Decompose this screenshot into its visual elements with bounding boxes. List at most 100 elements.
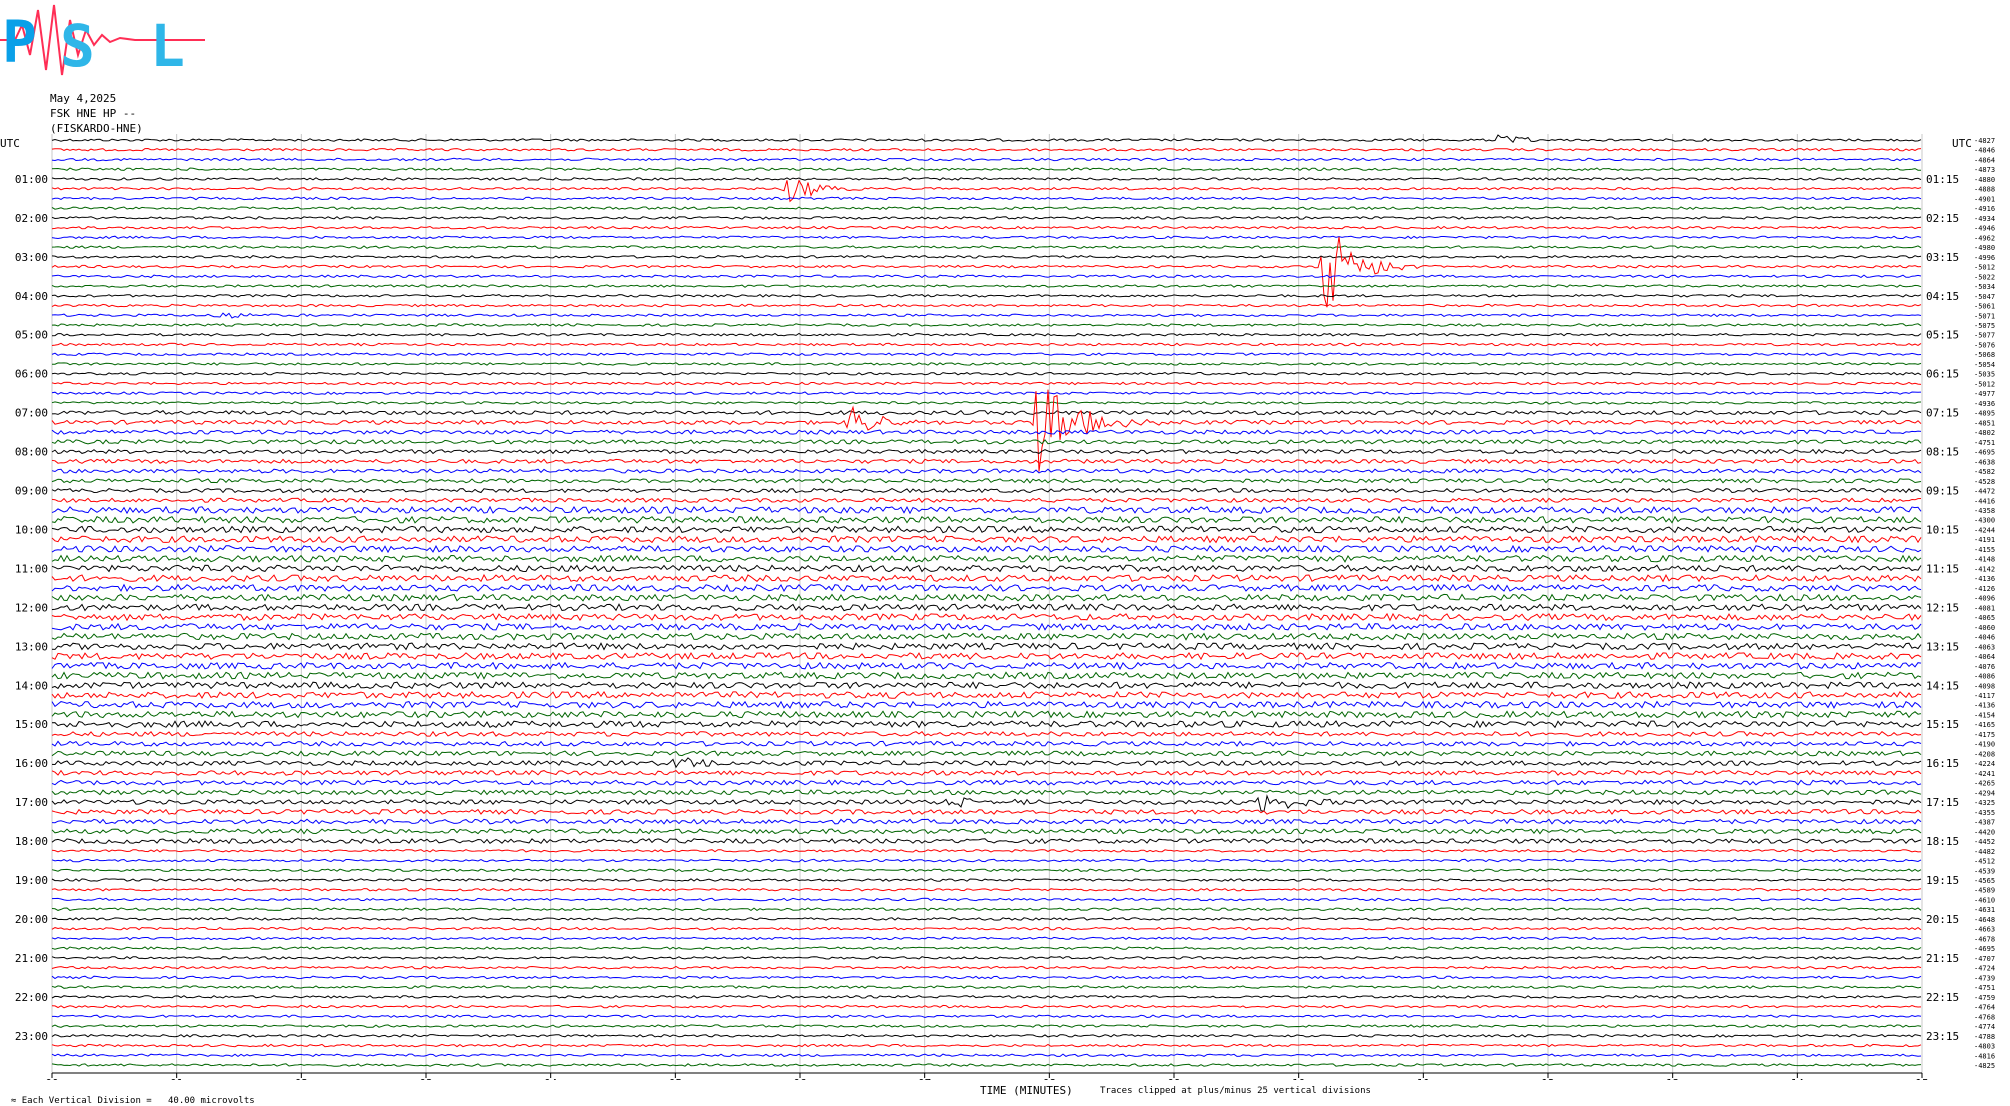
left-hour-label: 13:00 xyxy=(15,640,48,653)
line-value-label: -4936 xyxy=(1974,400,1995,408)
left-hour-label: 10:00 xyxy=(15,523,48,536)
line-value-label: -4739 xyxy=(1974,974,1995,982)
line-value-label: -4117 xyxy=(1974,692,1995,700)
line-value-label: -4387 xyxy=(1974,819,1995,827)
line-value-label: -4873 xyxy=(1974,166,1995,174)
line-value-label: -4452 xyxy=(1974,838,1995,846)
trace-line xyxy=(51,448,1922,455)
trace-line xyxy=(51,245,1922,249)
line-value-label: -4416 xyxy=(1974,497,1995,505)
line-value-label: -4064 xyxy=(1974,653,1995,661)
trace-line xyxy=(51,352,1922,356)
trace-line xyxy=(51,196,1922,201)
line-value-label: -4774 xyxy=(1974,1023,1995,1031)
trace-line xyxy=(51,497,1922,504)
line-value-label: -4759 xyxy=(1974,994,1995,1002)
trace-line xyxy=(51,769,1922,777)
line-value-label: -4678 xyxy=(1974,935,1995,943)
trace-line xyxy=(51,828,1922,835)
trace-line xyxy=(51,564,1922,573)
left-hour-label: 21:00 xyxy=(15,952,48,965)
trace-line xyxy=(51,167,1921,172)
trace-line xyxy=(51,868,1922,873)
trace-line xyxy=(51,157,1922,162)
trace-line xyxy=(51,342,1922,347)
right-hour-label: 03:15 xyxy=(1926,251,1959,264)
trace-line xyxy=(51,429,1922,435)
line-value-label: -4901 xyxy=(1974,195,1995,203)
left-hour-label: 16:00 xyxy=(15,757,48,770)
trace-line xyxy=(51,926,1922,931)
trace-line xyxy=(51,487,1922,494)
trace-line xyxy=(51,235,1922,240)
trace-line xyxy=(51,1024,1922,1028)
line-value-label: -4136 xyxy=(1974,702,1995,710)
utc-right: UTC xyxy=(1952,137,1972,150)
line-value-label: -4851 xyxy=(1974,419,1995,427)
line-value-label: -4355 xyxy=(1974,809,1995,817)
trace-line xyxy=(51,946,1922,950)
left-hour-label: 06:00 xyxy=(15,368,48,381)
right-hour-label: 13:15 xyxy=(1926,640,1959,653)
right-hour-label: 04:15 xyxy=(1926,290,1959,303)
line-value-label: -4126 xyxy=(1974,585,1995,593)
line-value-label: -4325 xyxy=(1974,799,1995,807)
trace-line xyxy=(51,661,1922,671)
trace-line xyxy=(51,593,1922,602)
line-value-label: -4589 xyxy=(1974,887,1995,895)
left-hour-label: 05:00 xyxy=(15,329,48,342)
line-value-label: -4065 xyxy=(1974,614,1995,622)
right-hour-label: 12:15 xyxy=(1926,601,1959,614)
line-value-label: -4142 xyxy=(1974,565,1995,573)
trace-line xyxy=(51,1034,1922,1038)
line-value-label: -4175 xyxy=(1974,731,1995,739)
trace-line xyxy=(51,1053,1922,1058)
line-value-label: -5034 xyxy=(1974,283,1995,291)
line-value-label: -4846 xyxy=(1974,147,1995,155)
line-value-label: -4638 xyxy=(1974,458,1995,466)
line-value-label: -4707 xyxy=(1974,955,1995,963)
trace-line xyxy=(51,284,1922,288)
right-hour-label: 20:15 xyxy=(1926,913,1959,926)
line-value-label: -4081 xyxy=(1974,604,1995,612)
left-hour-label: 19:00 xyxy=(15,874,48,887)
left-hour-label: 01:00 xyxy=(15,173,48,186)
logo-letter-s: S xyxy=(60,12,95,80)
line-value-label: -4724 xyxy=(1974,965,1995,973)
trace-line xyxy=(51,515,1922,524)
trace-line xyxy=(51,525,1922,534)
line-value-label: -4539 xyxy=(1974,867,1995,875)
trace-line xyxy=(51,391,1922,395)
footer-vertical-division: Each Vertical Division = 40.00 microvolt… xyxy=(21,1096,255,1106)
trace-line xyxy=(51,216,1922,220)
left-hour-label: 18:00 xyxy=(15,835,48,848)
logo-letter-l: L xyxy=(150,12,185,80)
logo-letter-p: P xyxy=(2,8,37,76)
right-hour-label: 23:15 xyxy=(1926,1030,1959,1043)
line-value-label: -4934 xyxy=(1974,215,1995,223)
line-value-label: -5012 xyxy=(1974,380,1995,388)
trace-line xyxy=(51,907,1922,912)
right-hour-label: 22:15 xyxy=(1926,991,1959,1004)
psl-logo: P S L xyxy=(0,4,205,80)
trace-line xyxy=(51,401,1922,405)
line-value-label: -4962 xyxy=(1974,234,1995,242)
left-hour-label: 17:00 xyxy=(15,796,48,809)
line-value-label: -4788 xyxy=(1974,1033,1995,1041)
line-value-label: -4880 xyxy=(1974,176,1995,184)
right-hour-label: 10:15 xyxy=(1926,523,1959,536)
trace-line xyxy=(51,700,1922,709)
line-value-label: -4241 xyxy=(1974,770,1995,778)
line-value-label: -4096 xyxy=(1974,595,1995,603)
line-value-label: -4582 xyxy=(1974,468,1995,476)
line-value-label: -4695 xyxy=(1974,449,1995,457)
trace-line xyxy=(51,293,1922,298)
trace-line xyxy=(51,323,1922,327)
left-hour-label: 11:00 xyxy=(15,562,48,575)
trace-line xyxy=(51,995,1922,999)
left-hour-label: 23:00 xyxy=(15,1030,48,1043)
line-value-label: -4764 xyxy=(1974,1004,1995,1012)
line-value-label: -4802 xyxy=(1974,429,1995,437)
right-hour-label: 18:15 xyxy=(1926,835,1959,848)
trace-line xyxy=(51,838,1922,845)
